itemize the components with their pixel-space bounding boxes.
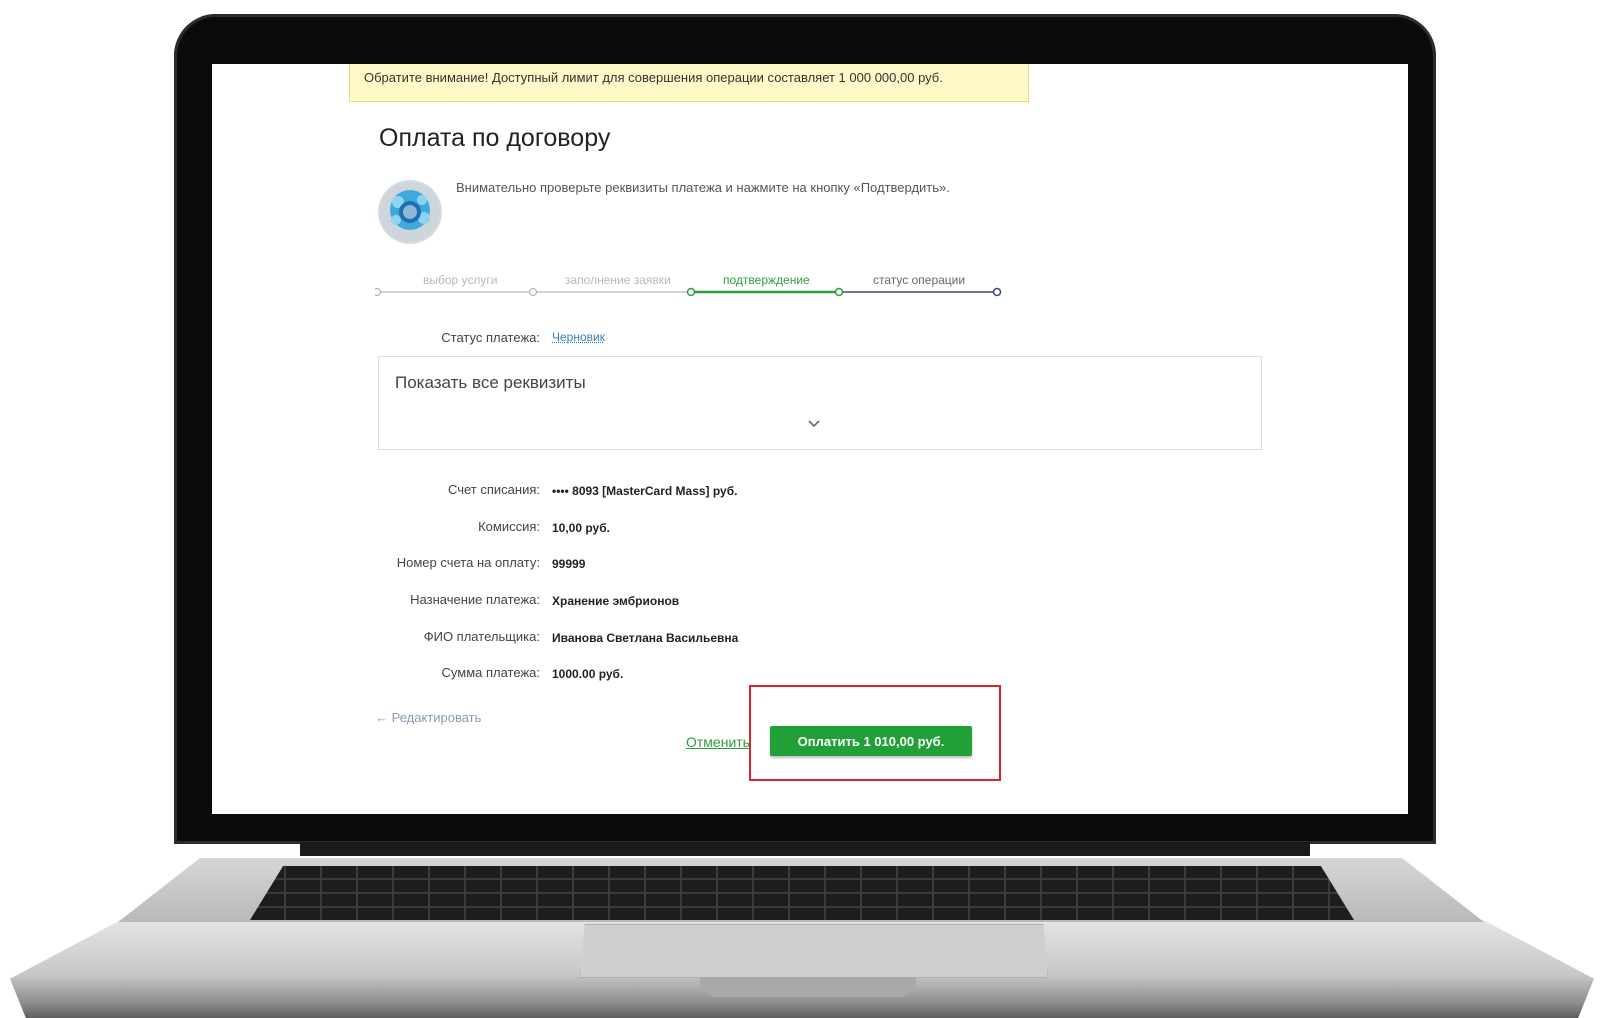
field-label-commission: Комиссия: (478, 519, 540, 534)
field-value-commission: 10,00 руб. (552, 521, 610, 535)
chevron-down-icon (808, 420, 820, 428)
laptop-hinge (300, 842, 1310, 856)
cancel-link[interactable]: Отменить (686, 734, 750, 750)
step-label-1: выбор услуги (423, 273, 498, 287)
show-details-label: Показать все реквизиты (395, 373, 586, 392)
status-value-link[interactable]: Черновик (552, 330, 605, 344)
step-label-2: заполнение заявки (565, 273, 671, 287)
status-label: Статус платежа: (441, 330, 540, 345)
field-label-account: Счет списания: (447, 482, 540, 497)
field-label-purpose: Назначение платежа: (410, 592, 540, 607)
field-value-payer: Иванова Светлана Васильевна (552, 631, 739, 645)
field-value-amount: 1000.00 руб. (552, 667, 624, 681)
show-details-toggle[interactable]: Показать все реквизиты (378, 356, 1262, 450)
laptop-notch (700, 977, 916, 997)
service-logo-icon (378, 180, 442, 244)
page-title: Оплата по договору (379, 124, 611, 152)
step-dot-5 (992, 287, 1002, 297)
laptop-keyboard (250, 866, 1354, 920)
limit-notice-text: Обратите внимание! Доступный лимит для с… (364, 70, 943, 85)
field-label-amount: Сумма платежа: (441, 665, 540, 680)
field-label-invoice: Номер счета на оплату: (396, 555, 540, 570)
limit-notice: Обратите внимание! Доступный лимит для с… (349, 64, 1029, 102)
confirm-hint: Внимательно проверьте реквизиты платежа … (456, 180, 950, 195)
step-label-4: статус операции (873, 273, 966, 287)
laptop-screen: Обратите внимание! Доступный лимит для с… (212, 64, 1408, 814)
field-value-invoice: 99999 (552, 557, 586, 571)
pay-button[interactable]: Оплатить 1 010,00 руб. (770, 726, 972, 756)
step-dot-4 (834, 287, 844, 297)
field-value-account: •••• 8093 [MasterCard Mass] руб. (552, 484, 738, 498)
step-dot-2 (529, 288, 537, 296)
field-label-payer: ФИО плательщика: (423, 629, 540, 644)
field-value-purpose: Хранение эмбрионов (552, 594, 680, 608)
step-dot-3 (686, 287, 696, 297)
edit-link[interactable]: ← Редактировать (375, 710, 481, 725)
laptop-trackpad (580, 924, 1048, 978)
step-dot-1 (375, 288, 381, 296)
progress-steps: выбор услуги заполнение заявки подтвержд… (375, 264, 1015, 304)
step-label-3: подтверждение (723, 273, 810, 287)
